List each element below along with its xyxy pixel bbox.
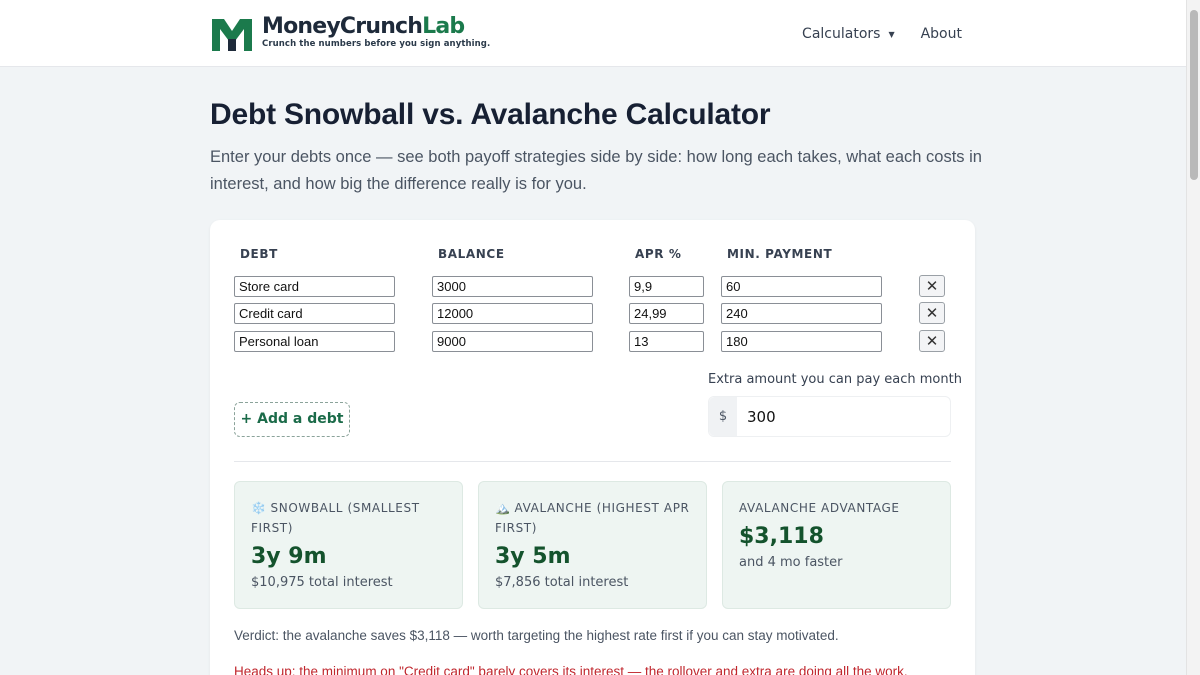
remove-debt-button[interactable]: ✕ — [919, 330, 945, 352]
page-scrollbar[interactable] — [1186, 0, 1200, 675]
min-payment-input[interactable]: 180 — [721, 331, 882, 352]
snowflake-icon: ❄️ — [251, 501, 267, 515]
balance-input[interactable]: 12000 — [432, 303, 593, 324]
snowball-label: ❄️ SNOWBALL (SMALLEST FIRST) — [251, 501, 420, 535]
add-debt-button[interactable]: + Add a debt — [234, 402, 350, 437]
advantage-label: AVALANCHE ADVANTAGE — [739, 501, 900, 515]
snowball-interest: $10,975 total interest — [251, 575, 393, 590]
avalanche-result-card: 🏔️ AVALANCHE (HIGHEST APR FIRST) 3y 5m $7… — [478, 481, 707, 609]
col-header-min-payment: MIN. PAYMENT — [727, 247, 833, 261]
logo-mark-icon — [212, 19, 252, 51]
main-nav: Calculators ▼ About — [802, 26, 962, 42]
brand-tagline: Crunch the numbers before you sign anyth… — [262, 39, 491, 49]
snowball-duration: 3y 9m — [251, 544, 327, 569]
extra-payment-label: Extra amount you can pay each month — [708, 372, 962, 387]
debt-name-input[interactable]: Credit card — [234, 303, 395, 324]
warning-text: Heads up: the minimum on "Credit card" b… — [234, 664, 908, 675]
apr-input[interactable]: 24,99 — [629, 303, 704, 324]
balance-input[interactable]: 3000 — [432, 276, 593, 297]
avalanche-duration: 3y 5m — [495, 544, 571, 569]
remove-debt-button[interactable]: ✕ — [919, 275, 945, 297]
apr-input[interactable]: 13 — [629, 331, 704, 352]
advantage-result-card: AVALANCHE ADVANTAGE $3,118 and 4 mo fast… — [722, 481, 951, 609]
section-divider — [234, 461, 951, 462]
nav-about[interactable]: About — [921, 26, 962, 42]
nav-calculators[interactable]: Calculators ▼ — [802, 26, 895, 42]
extra-payment-field[interactable]: $ 300 — [708, 396, 951, 437]
avalanche-interest: $7,856 total interest — [495, 575, 629, 590]
col-header-debt: DEBT — [240, 247, 278, 261]
avalanche-label: 🏔️ AVALANCHE (HIGHEST APR FIRST) — [495, 501, 690, 535]
debt-name-input[interactable]: Store card — [234, 276, 395, 297]
snowball-result-card: ❄️ SNOWBALL (SMALLEST FIRST) 3y 9m $10,97… — [234, 481, 463, 609]
site-header: MoneyCrunchLab Crunch the numbers before… — [0, 0, 1186, 67]
nav-calculators-label: Calculators — [802, 26, 881, 42]
remove-debt-button[interactable]: ✕ — [919, 302, 945, 324]
page-intro: Enter your debts once — see both payoff … — [210, 148, 982, 193]
min-payment-input[interactable]: 60 — [721, 276, 882, 297]
page-title: Debt Snowball vs. Avalanche Calculator — [210, 98, 771, 131]
col-header-balance: BALANCE — [438, 247, 505, 261]
dollar-prefix: $ — [709, 397, 737, 436]
scrollbar-thumb[interactable] — [1190, 10, 1198, 180]
caret-down-icon: ▼ — [888, 29, 895, 39]
col-header-apr: APR % — [635, 247, 682, 261]
extra-payment-input[interactable]: 300 — [737, 397, 776, 436]
advantage-time: and 4 mo faster — [739, 555, 843, 570]
apr-input[interactable]: 9,9 — [629, 276, 704, 297]
debt-name-input[interactable]: Personal loan — [234, 331, 395, 352]
mountain-icon: 🏔️ — [495, 501, 511, 515]
advantage-amount: $3,118 — [739, 524, 824, 549]
balance-input[interactable]: 9000 — [432, 331, 593, 352]
calculator-card: DEBT BALANCE APR % MIN. PAYMENT Store ca… — [210, 220, 975, 675]
verdict-text: Verdict: the avalanche saves $3,118 — wo… — [234, 628, 839, 643]
min-payment-input[interactable]: 240 — [721, 303, 882, 324]
brand-name: MoneyCrunchLab — [262, 14, 465, 39]
site-logo[interactable]: MoneyCrunchLab Crunch the numbers before… — [210, 13, 490, 53]
